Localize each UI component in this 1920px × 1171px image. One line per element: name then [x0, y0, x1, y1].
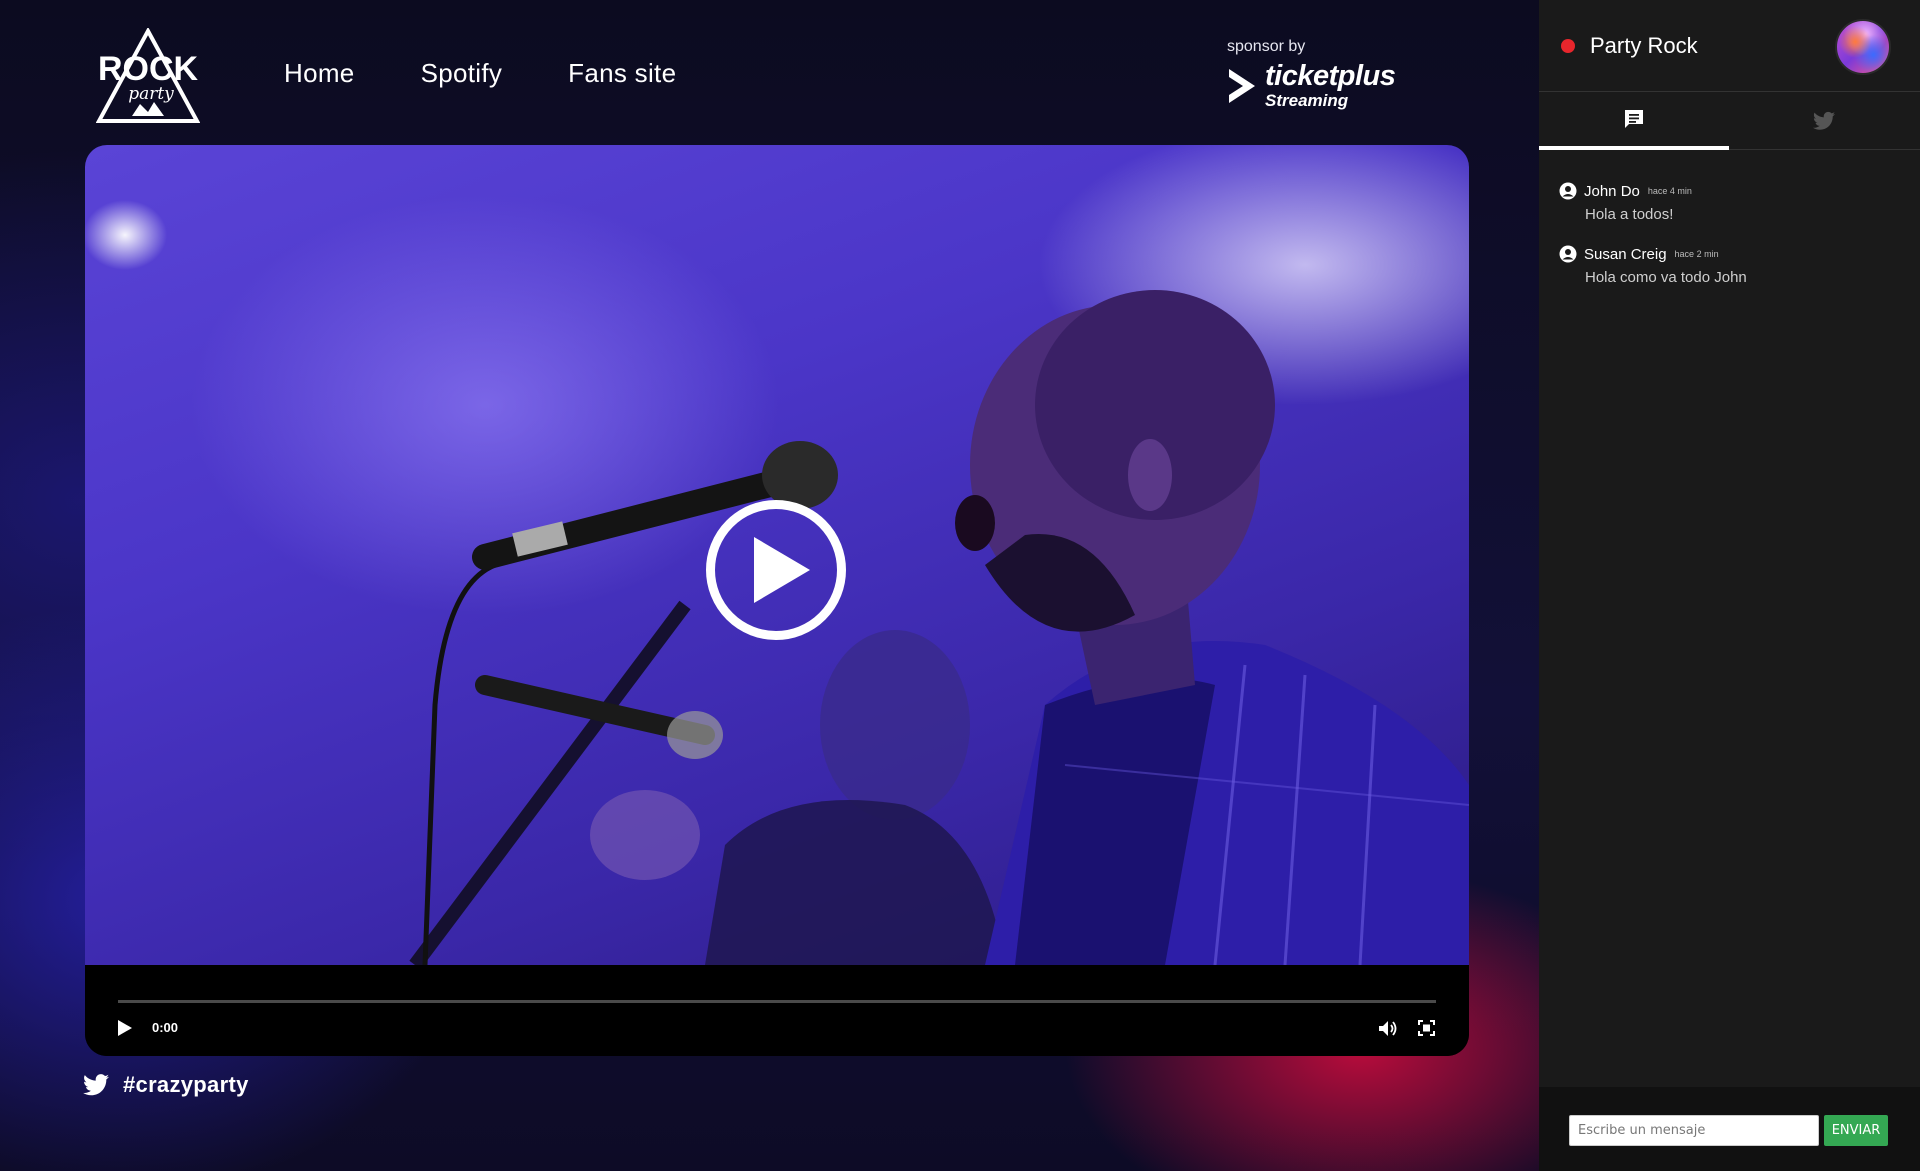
video-frame[interactable]: [85, 145, 1469, 965]
sponsor-label: sponsor by: [1227, 38, 1306, 55]
twitter-icon: [1813, 111, 1835, 130]
progress-bar[interactable]: [118, 1000, 1436, 1003]
logo-word: ROCK: [98, 50, 199, 88]
message-time: hace 2 min: [1674, 249, 1719, 259]
avatar[interactable]: [1835, 19, 1891, 75]
message-user: Susan Creig: [1584, 245, 1667, 263]
message-text: Hola a todos!: [1585, 206, 1674, 223]
user-icon: [1559, 245, 1577, 263]
volume-icon[interactable]: [1378, 1020, 1398, 1037]
hashtag-text: #crazyparty: [123, 1072, 249, 1097]
chat-messages: John Do hace 4 min Hola a todos! Susan C…: [1559, 182, 1899, 308]
chat-composer: ENVIAR: [1539, 1087, 1920, 1171]
rock-party-logo[interactable]: ROCK party: [95, 26, 201, 124]
main-stage: ROCK party Home Spotify Fans site sponso…: [0, 0, 1539, 1171]
list-item: John Do hace 4 min Hola a todos!: [1559, 182, 1899, 223]
main-nav: Home Spotify Fans site: [284, 58, 742, 89]
video-player[interactable]: 0:00: [85, 145, 1469, 1056]
tab-chat[interactable]: [1539, 92, 1729, 150]
sidebar-title: Party Rock: [1590, 33, 1698, 58]
message-time: hace 4 min: [1647, 186, 1692, 196]
sponsor-sub: Streaming: [1265, 91, 1349, 110]
live-indicator: [1561, 39, 1575, 53]
tab-twitter[interactable]: [1729, 92, 1919, 150]
logo-triangle-icon: ROCK party: [95, 26, 201, 123]
play-icon: [754, 537, 810, 603]
sponsor-block[interactable]: sponsor by ticketplus Streaming: [1227, 38, 1396, 110]
logo-word-sub: party: [128, 84, 174, 104]
nav-fans-site[interactable]: Fans site: [568, 58, 676, 89]
sidebar-tabs: [1539, 92, 1920, 150]
list-item: Susan Creig hace 2 min Hola como va todo…: [1559, 245, 1899, 286]
hashtag-block[interactable]: #crazyparty: [83, 1072, 249, 1098]
chat-sidebar: Party Rock John Do hace 4 min Hola a tod…: [1539, 0, 1920, 1171]
twitter-icon: [83, 1074, 109, 1096]
message-text: Hola como va todo John: [1585, 269, 1747, 286]
ticketplus-arrow-icon: [1229, 68, 1255, 103]
sidebar-header: Party Rock: [1539, 0, 1920, 92]
nav-spotify[interactable]: Spotify: [421, 58, 503, 89]
nav-home[interactable]: Home: [284, 58, 355, 89]
sponsor-name: ticketplus: [1265, 60, 1396, 92]
message-user: John Do: [1584, 182, 1640, 200]
message-input[interactable]: [1569, 1115, 1819, 1146]
player-controls: 0:00: [85, 965, 1469, 1056]
user-icon: [1559, 182, 1577, 200]
big-play-button[interactable]: [706, 500, 846, 640]
current-time: 0:00: [152, 1020, 179, 1035]
fullscreen-icon[interactable]: [1418, 1020, 1435, 1036]
send-button[interactable]: ENVIAR: [1824, 1115, 1888, 1146]
chat-icon: [1625, 110, 1643, 128]
sponsor-brand: ticketplus Streaming: [1227, 60, 1396, 110]
play-control-icon[interactable]: [117, 1019, 133, 1037]
